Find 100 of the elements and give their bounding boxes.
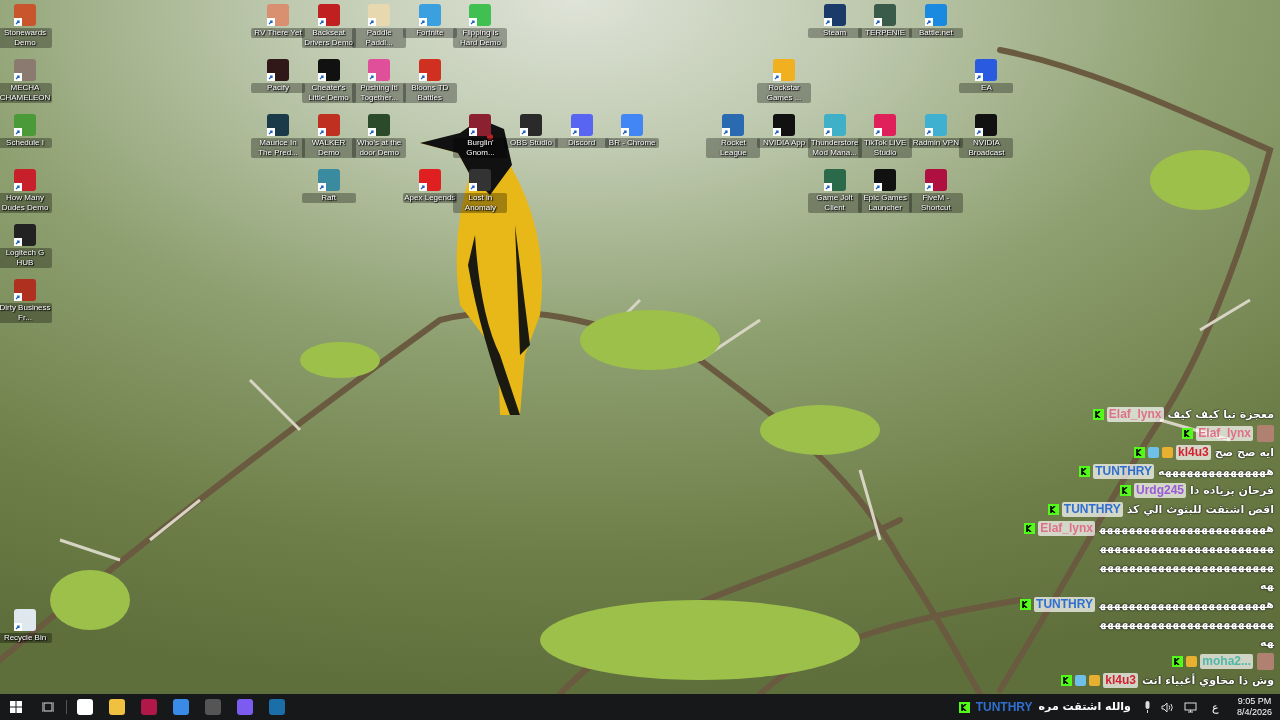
desktop-shortcut[interactable]: WALKER Demo bbox=[303, 114, 354, 158]
desktop-shortcut[interactable]: Pacify bbox=[253, 59, 303, 93]
desktop-shortcut[interactable]: Raft bbox=[303, 169, 354, 203]
desktop-shortcut[interactable]: Game Jolt Client bbox=[809, 169, 860, 213]
chat-username: moha2... bbox=[1200, 654, 1253, 669]
shortcut-label: Logitech G HUB bbox=[0, 248, 52, 268]
shortcut-arrow-icon bbox=[874, 18, 883, 26]
desktop-shortcut[interactable]: Cheater's Little Demo bbox=[303, 59, 354, 103]
shortcut-arrow-icon bbox=[823, 18, 832, 26]
desktop-shortcut[interactable]: Schedule I bbox=[0, 114, 50, 148]
desktop-shortcut[interactable]: Lost in Anomaly bbox=[455, 169, 506, 213]
desktop-shortcut[interactable]: Burglin' Gnom... bbox=[455, 114, 506, 158]
desktop-shortcut[interactable]: Thunderstore Mod Mana... bbox=[809, 114, 860, 158]
desktop-shortcut[interactable]: Fortnite bbox=[404, 4, 455, 38]
desktop-shortcut[interactable]: Discord bbox=[556, 114, 607, 148]
shortcut-arrow-icon bbox=[975, 73, 984, 81]
desktop-shortcut[interactable]: OBS Studio bbox=[506, 114, 556, 148]
clock[interactable]: 9:05 PM 8/4/2026 bbox=[1228, 696, 1280, 718]
kick-badge-icon bbox=[1133, 447, 1145, 458]
desktop-shortcut[interactable]: Maurice In The Pred... bbox=[253, 114, 303, 158]
shortcut-label: NVIDIA App bbox=[757, 138, 811, 148]
desktop-shortcut[interactable]: Flipping is Hard Demo bbox=[455, 4, 506, 48]
shortcut-arrow-icon bbox=[267, 73, 275, 81]
windows-logo-icon bbox=[10, 701, 22, 713]
shortcut-label: MECHA CHAMELEON bbox=[0, 83, 52, 103]
shortcut-arrow-icon bbox=[722, 128, 731, 136]
desktop-shortcut[interactable]: How Many Dudes Demo bbox=[0, 169, 50, 213]
chat-message: معجزة تبا كيف كيف bbox=[1167, 407, 1274, 423]
desktop-shortcut[interactable]: MECHA CHAMELEON bbox=[0, 59, 50, 103]
shortcut-arrow-icon bbox=[14, 238, 22, 246]
desktop-shortcut[interactable]: Paddle Paddl... bbox=[354, 4, 405, 48]
desktop-shortcut[interactable]: Who's at the door Demo bbox=[354, 114, 405, 158]
desktop-shortcut[interactable]: NVIDIA App bbox=[759, 114, 809, 148]
desktop-shortcut[interactable]: Backseat Drivers Demo bbox=[303, 4, 354, 48]
shortcut-arrow-icon bbox=[874, 183, 883, 191]
desktop-shortcut[interactable]: FiveM - Shortcut bbox=[910, 169, 961, 213]
shortcut-arrow-icon bbox=[14, 73, 22, 81]
shortcut-arrow-icon bbox=[14, 293, 22, 301]
desktop-shortcut[interactable]: Recycle Bin bbox=[0, 609, 50, 643]
app-icon bbox=[205, 699, 221, 715]
chat-username: TUNTHRY bbox=[1093, 464, 1155, 479]
shortcut-label: Burglin' Gnom... bbox=[453, 138, 508, 158]
app-icon bbox=[77, 699, 93, 715]
desktop-shortcut[interactable]: TERPENIE bbox=[860, 4, 911, 38]
chat-username: TUNTHRY bbox=[1061, 502, 1123, 517]
desktop-shortcut[interactable]: RV There Yet bbox=[253, 4, 303, 38]
shortcut-label: Bloons TD Battles bbox=[402, 83, 457, 103]
shortcut-arrow-icon bbox=[317, 18, 326, 26]
volume-icon bbox=[1160, 701, 1174, 713]
shortcut-arrow-icon bbox=[317, 73, 326, 81]
shortcut-arrow-icon bbox=[975, 128, 984, 136]
shortcut-label: Battle.net bbox=[908, 28, 963, 38]
desktop-shortcut[interactable]: Dirty Business Fr... bbox=[0, 279, 50, 323]
desktop-shortcut[interactable]: Battle.net bbox=[910, 4, 961, 38]
app-icon bbox=[269, 699, 285, 715]
shortcut-arrow-icon bbox=[368, 18, 377, 26]
shortcut-arrow-icon bbox=[418, 18, 427, 26]
shortcut-label: Paddle Paddl... bbox=[352, 28, 407, 48]
desktop-shortcut[interactable]: Steam bbox=[809, 4, 860, 38]
desktop-shortcut[interactable]: Pushing It! Together... bbox=[354, 59, 405, 103]
app-icon bbox=[109, 699, 125, 715]
microphone-icon bbox=[1143, 701, 1151, 713]
shortcut-arrow-icon bbox=[14, 128, 22, 136]
chat-username: Urdg245 bbox=[1134, 483, 1187, 498]
chat-message: هههههههههههههههه bbox=[1158, 464, 1274, 480]
chat-username: TUNTHRY bbox=[1034, 597, 1095, 612]
desktop-shortcut[interactable]: BR - Chrome bbox=[607, 114, 658, 148]
desktop-shortcut[interactable]: Stonewards Demo bbox=[0, 4, 50, 48]
desktop-shortcut[interactable]: TikTok LIVE Studio bbox=[860, 114, 911, 158]
chat-username: Elaf_lynx bbox=[1106, 407, 1164, 422]
shortcut-arrow-icon bbox=[317, 128, 326, 136]
desktop-shortcut[interactable]: NVIDIA Broadcast bbox=[961, 114, 1012, 158]
app-icon bbox=[237, 699, 253, 715]
desktop-shortcut[interactable]: Radmin VPN bbox=[910, 114, 961, 148]
shortcut-arrow-icon bbox=[14, 18, 22, 26]
chat-username: Elaf_lynx bbox=[1038, 521, 1095, 536]
shortcut-arrow-icon bbox=[924, 128, 933, 136]
kick-badge-icon bbox=[1024, 523, 1036, 534]
language-button[interactable]: ع bbox=[1211, 698, 1219, 716]
shortcut-label: Recycle Bin bbox=[0, 633, 52, 643]
desktop-shortcut[interactable]: Rocket League bbox=[708, 114, 759, 158]
shortcut-label: Maurice In The Pred... bbox=[251, 138, 305, 158]
chat-message: فرحان بزياده دا bbox=[1190, 483, 1274, 499]
shortcut-arrow-icon bbox=[924, 183, 933, 191]
shortcut-arrow-icon bbox=[874, 128, 883, 136]
shortcut-arrow-icon bbox=[823, 183, 832, 191]
desktop-shortcut[interactable]: Apex Legends bbox=[404, 169, 455, 203]
shortcut-label: TikTok LIVE Studio bbox=[858, 138, 913, 158]
desktop-shortcut[interactable]: Logitech G HUB bbox=[0, 224, 50, 268]
shortcut-label: Pacify bbox=[251, 83, 305, 93]
desktop-shortcut[interactable]: Rockstar Games ... bbox=[759, 59, 809, 103]
desktop-shortcut[interactable]: Epic Games Launcher bbox=[860, 169, 911, 213]
chat-message: هههههههههههههههههههههههههههههههههههههههههههههههههه bbox=[1099, 597, 1274, 651]
shortcut-arrow-icon bbox=[418, 73, 427, 81]
network-icon bbox=[1183, 701, 1197, 713]
shortcut-arrow-icon bbox=[368, 128, 377, 136]
shortcut-label: Flipping is Hard Demo bbox=[453, 28, 508, 48]
chat-message: وش ذا مخاوي أغبياء انت bbox=[1141, 672, 1274, 689]
desktop-shortcut[interactable]: Bloons TD Battles bbox=[404, 59, 455, 103]
desktop-shortcut[interactable]: EA bbox=[961, 59, 1012, 93]
